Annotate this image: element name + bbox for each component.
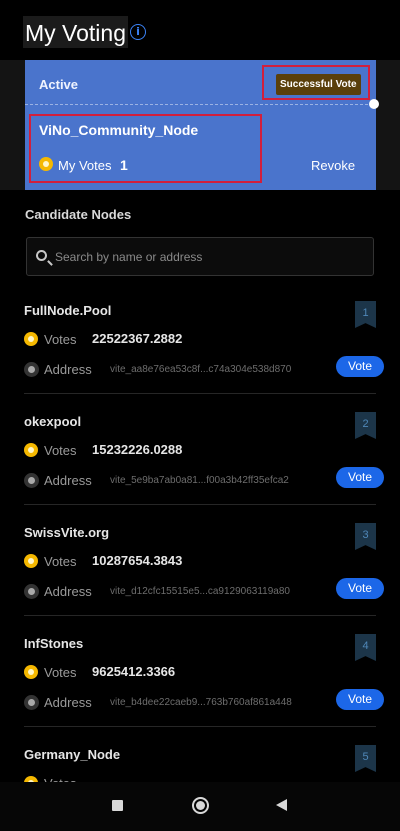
node-name: Germany_Node [24, 747, 121, 762]
rank-ribbon-icon: 4 [355, 634, 376, 661]
node-name: SwissVite.org [24, 525, 110, 540]
node-name: InfStones [24, 636, 84, 651]
card-notch [369, 99, 379, 109]
vite-coin-icon [39, 157, 53, 171]
vote-button[interactable]: Vote [336, 578, 384, 599]
square-icon[interactable] [112, 800, 123, 811]
rank-ribbon-icon: 5 [355, 745, 376, 772]
address-label: Address [44, 584, 92, 599]
rank-ribbon-icon: 2 [355, 412, 376, 439]
title-highlight: My Voting [23, 16, 128, 48]
candidate-node: FullNode.Pool 1 Votes 22522367.2882 Addr… [0, 295, 400, 406]
votes-value: 9625412.3366 [92, 664, 176, 679]
divider [24, 726, 376, 727]
address-icon [24, 473, 39, 488]
divider [24, 504, 376, 505]
address-label: Address [44, 473, 92, 488]
votes-label: Votes [44, 554, 77, 569]
address-value: vite_aa8e76ea53c8f...c74a304e538d870 [110, 364, 292, 375]
my-votes-label: My Votes [58, 158, 112, 173]
address-value: vite_d12cfc15515e5...ca9129063119a80 [110, 586, 290, 597]
address-label: Address [44, 362, 92, 377]
address-value: vite_b4dee22caeb9...763b760af861a448 [110, 697, 292, 708]
address-icon [24, 362, 39, 377]
node-name: FullNode.Pool [24, 303, 112, 318]
votes-value: 22522367.2882 [92, 331, 183, 346]
page-title: My Voting [25, 20, 126, 46]
my-votes-value: 1 [120, 157, 128, 173]
address-label: Address [44, 695, 92, 710]
vote-button[interactable]: Vote [336, 356, 384, 377]
rank-ribbon-icon: 3 [355, 523, 376, 550]
node-name: okexpool [24, 414, 82, 429]
candidate-nodes-title: Candidate Nodes [25, 207, 132, 222]
triangle-back-icon[interactable] [276, 799, 287, 811]
address-icon [24, 584, 39, 599]
rank-ribbon-icon: 1 [355, 301, 376, 328]
success-badge: Successful Vote [276, 74, 361, 95]
vite-coin-icon [24, 554, 38, 568]
info-icon[interactable]: i [130, 24, 146, 40]
search-icon [36, 250, 47, 261]
card-divider [25, 104, 373, 105]
vite-coin-icon [24, 443, 38, 457]
vite-coin-icon [24, 332, 38, 346]
vite-coin-icon [24, 665, 38, 679]
votes-label: Votes [44, 443, 77, 458]
candidate-node: okexpool 2 Votes 15232226.0288 Address v… [0, 406, 400, 517]
vote-button[interactable]: Vote [336, 467, 384, 488]
vote-status: Active [39, 77, 79, 92]
candidate-node: SwissVite.org 3 Votes 10287654.3843 Addr… [0, 517, 400, 628]
revoke-button[interactable]: Revoke [311, 158, 355, 173]
current-vote-card: Active Successful Vote ViNo_Community_No… [25, 60, 379, 190]
votes-label: Votes [44, 332, 77, 347]
votes-label: Votes [44, 665, 77, 680]
header: My Voting i [0, 0, 400, 60]
voted-node-name: ViNo_Community_Node [39, 122, 199, 138]
address-value: vite_5e9ba7ab0a81...f00a3b42ff35efca2 [110, 475, 289, 486]
search-bar[interactable] [26, 237, 374, 276]
candidate-node: InfStones 4 Votes 9625412.3366 Address v… [0, 628, 400, 739]
votes-value: 10287654.3843 [92, 553, 183, 568]
votes-value: 15232226.0288 [92, 442, 183, 457]
search-input[interactable] [55, 238, 365, 275]
divider [24, 615, 376, 616]
divider [24, 393, 376, 394]
vote-button[interactable]: Vote [336, 689, 384, 710]
address-icon [24, 695, 39, 710]
circle-home-icon[interactable] [192, 797, 209, 814]
